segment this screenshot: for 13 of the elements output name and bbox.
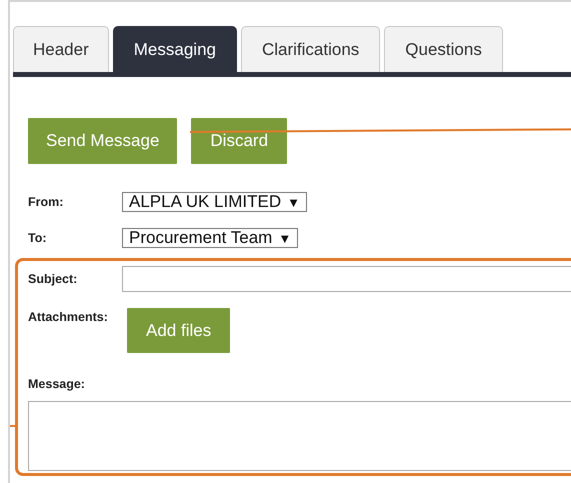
subject-field[interactable] [122, 266, 571, 292]
from-dropdown[interactable]: ALPLA UK LIMITED ▼ [122, 192, 307, 212]
message-field[interactable] [28, 401, 571, 471]
tab[interactable]: Messaging [112, 26, 237, 72]
tab[interactable]: Clarifications [240, 26, 380, 72]
field-label: Attachments: [27, 309, 109, 324]
tab[interactable]: Header [13, 26, 109, 72]
field-label: Subject: [27, 272, 78, 286]
field-label: From: [27, 195, 64, 209]
tab[interactable]: Questions [384, 26, 503, 72]
field-label: Message: [27, 377, 85, 391]
field-label: To: [27, 231, 48, 245]
to-dropdown[interactable]: Procurement Team ▼ [122, 228, 298, 248]
